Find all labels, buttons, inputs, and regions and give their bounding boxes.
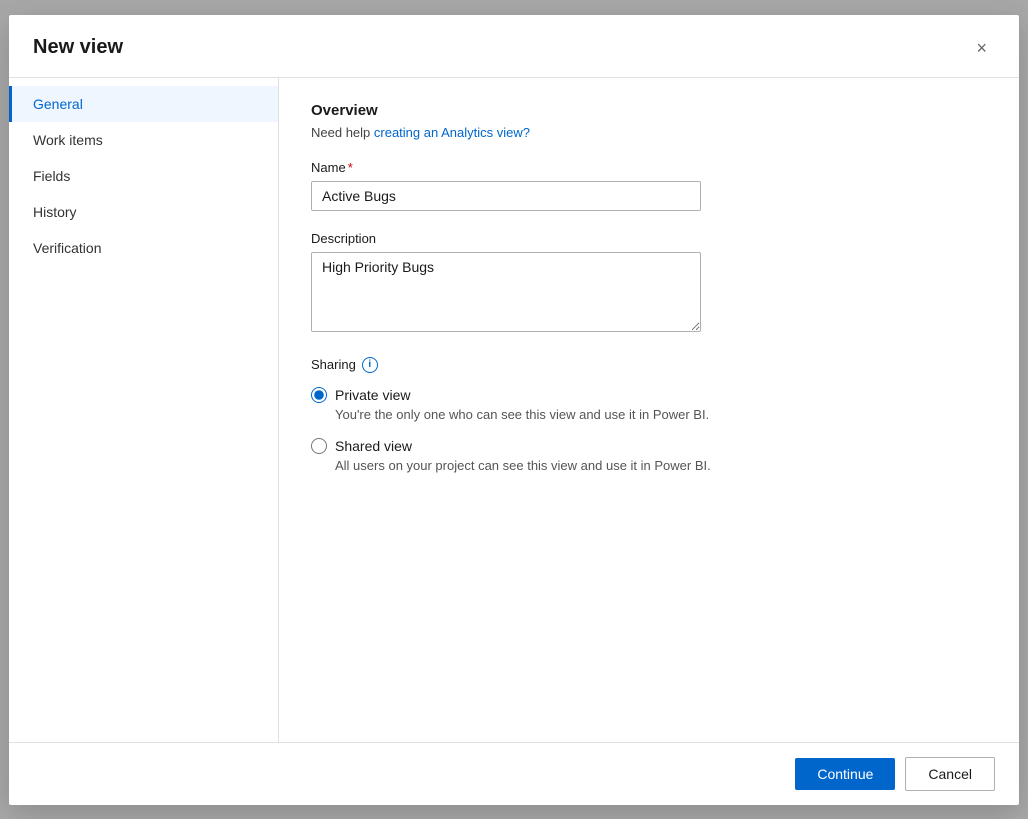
info-icon[interactable]: i xyxy=(362,357,378,373)
description-textarea[interactable]: High Priority Bugs xyxy=(311,252,701,332)
description-group: Description High Priority Bugs xyxy=(311,231,987,337)
sidebar: General Work items Fields History Verifi… xyxy=(9,78,279,742)
shared-view-radio[interactable] xyxy=(311,438,327,454)
continue-button[interactable]: Continue xyxy=(795,758,895,790)
dialog-body: General Work items Fields History Verifi… xyxy=(9,78,1019,742)
name-group: Name* xyxy=(311,160,987,211)
section-title: Overview xyxy=(311,102,987,119)
shared-view-option: Shared view All users on your project ca… xyxy=(311,438,987,481)
sidebar-item-fields[interactable]: Fields xyxy=(9,158,278,194)
sharing-header: Sharing i xyxy=(311,357,987,373)
shared-view-label[interactable]: Shared view xyxy=(335,438,412,454)
private-view-option: Private view You're the only one who can… xyxy=(311,387,987,430)
shared-view-row: Shared view xyxy=(311,438,987,454)
radio-group: Private view You're the only one who can… xyxy=(311,387,987,489)
new-view-dialog: New view × General Work items Fields His… xyxy=(9,15,1019,805)
dialog-footer: Continue Cancel xyxy=(9,742,1019,805)
dialog-header: New view × xyxy=(9,15,1019,78)
name-label: Name* xyxy=(311,160,987,175)
name-input[interactable] xyxy=(311,181,701,211)
sharing-group: Sharing i Private view You're the only o… xyxy=(311,357,987,489)
sharing-label: Sharing xyxy=(311,357,356,372)
required-star: * xyxy=(348,160,353,175)
shared-view-desc: All users on your project can see this v… xyxy=(335,458,987,473)
cancel-button[interactable]: Cancel xyxy=(905,757,995,791)
sidebar-item-history[interactable]: History xyxy=(9,194,278,230)
private-view-radio[interactable] xyxy=(311,387,327,403)
dialog-backdrop: New view × General Work items Fields His… xyxy=(0,0,1028,819)
private-view-row: Private view xyxy=(311,387,987,403)
description-label: Description xyxy=(311,231,987,246)
sidebar-item-general[interactable]: General xyxy=(9,86,278,122)
private-view-label[interactable]: Private view xyxy=(335,387,410,403)
help-link[interactable]: creating an Analytics view? xyxy=(374,125,530,140)
close-button[interactable]: × xyxy=(968,35,995,61)
sidebar-item-verification[interactable]: Verification xyxy=(9,230,278,266)
sidebar-item-work-items[interactable]: Work items xyxy=(9,122,278,158)
main-content: Overview Need help creating an Analytics… xyxy=(279,78,1019,742)
help-text: Need help creating an Analytics view? xyxy=(311,125,987,140)
private-view-desc: You're the only one who can see this vie… xyxy=(335,407,987,422)
dialog-title: New view xyxy=(33,36,123,59)
